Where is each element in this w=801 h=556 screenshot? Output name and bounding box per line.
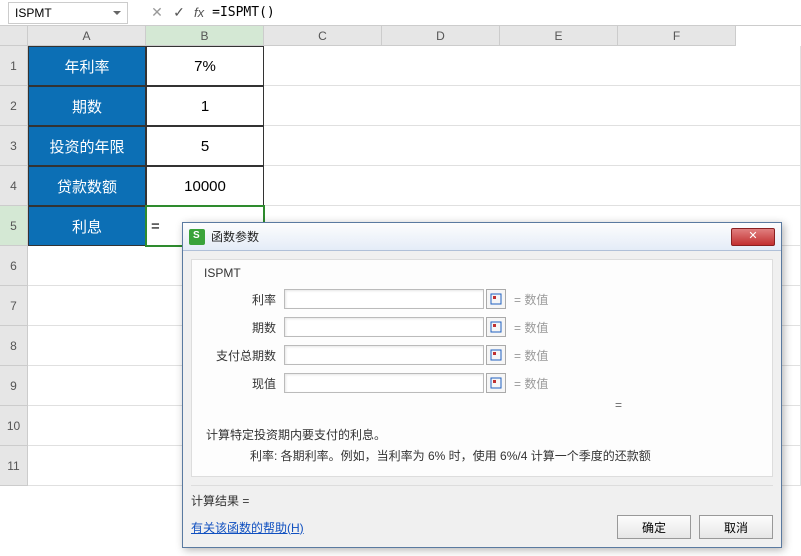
param-row: 支付总期数 = 数值 bbox=[202, 342, 762, 368]
row-header-3[interactable]: 3 bbox=[0, 126, 28, 166]
param-label: 期数 bbox=[202, 319, 284, 336]
cell-rest-2[interactable] bbox=[264, 86, 801, 126]
range-selector-icon[interactable] bbox=[486, 373, 506, 393]
cell-A4[interactable]: 贷款数额 bbox=[28, 166, 146, 206]
param-input-1[interactable] bbox=[284, 317, 484, 337]
cell-rest-3[interactable] bbox=[264, 126, 801, 166]
col-header-C[interactable]: C bbox=[264, 26, 382, 46]
function-description: 计算特定投资期内要支付的利息。 bbox=[206, 426, 762, 443]
range-selector-icon[interactable] bbox=[486, 317, 506, 337]
cancel-formula-icon[interactable]: ✕ bbox=[146, 4, 168, 21]
param-input-3[interactable] bbox=[284, 373, 484, 393]
dialog-title: 函数参数 bbox=[211, 228, 731, 245]
param-label: 利率 bbox=[202, 291, 284, 308]
intermediate-result: = bbox=[202, 398, 762, 418]
col-header-A[interactable]: A bbox=[28, 26, 146, 46]
app-icon bbox=[189, 229, 205, 245]
row-header-7[interactable]: 7 bbox=[0, 286, 28, 326]
row-header-9[interactable]: 9 bbox=[0, 366, 28, 406]
param-input-0[interactable] bbox=[284, 289, 484, 309]
param-hint: = 数值 bbox=[514, 347, 548, 364]
param-label: 支付总期数 bbox=[202, 347, 284, 364]
param-hint: = 数值 bbox=[514, 319, 548, 336]
param-label: 现值 bbox=[202, 375, 284, 392]
param-hint: = 数值 bbox=[514, 291, 548, 308]
param-row: 现值 = 数值 bbox=[202, 370, 762, 396]
cell-A5[interactable]: 利息 bbox=[28, 206, 146, 246]
row-header-4[interactable]: 4 bbox=[0, 166, 28, 206]
row-header-6[interactable]: 6 bbox=[0, 246, 28, 286]
row-header-2[interactable]: 2 bbox=[0, 86, 28, 126]
row-header-11[interactable]: 11 bbox=[0, 446, 28, 486]
range-selector-icon[interactable] bbox=[486, 289, 506, 309]
formula-bar-row: ISPMT ✕ ✓ fx =ISPMT() bbox=[0, 0, 801, 26]
help-link[interactable]: 有关该函数的帮助(H) bbox=[191, 519, 304, 536]
row-header-10[interactable]: 10 bbox=[0, 406, 28, 446]
cell-B4[interactable]: 10000 bbox=[146, 166, 264, 206]
cell-A1[interactable]: 年利率 bbox=[28, 46, 146, 86]
col-header-E[interactable]: E bbox=[500, 26, 618, 46]
cell-B3[interactable]: 5 bbox=[146, 126, 264, 166]
formula-input[interactable]: =ISPMT() bbox=[208, 5, 801, 20]
cell-rest-4[interactable] bbox=[264, 166, 801, 206]
spreadsheet-grid: A B C D E F bbox=[0, 26, 801, 46]
cell-rest-1[interactable] bbox=[264, 46, 801, 86]
row-header-1[interactable]: 1 bbox=[0, 46, 28, 86]
param-row: 期数 = 数值 bbox=[202, 314, 762, 340]
close-icon[interactable]: ✕ bbox=[731, 228, 775, 246]
param-input-2[interactable] bbox=[284, 345, 484, 365]
ok-button[interactable]: 确定 bbox=[617, 515, 691, 539]
col-header-D[interactable]: D bbox=[382, 26, 500, 46]
dialog-titlebar[interactable]: 函数参数 ✕ bbox=[183, 223, 781, 251]
fx-icon[interactable]: fx bbox=[194, 5, 204, 20]
cell-B2[interactable]: 1 bbox=[146, 86, 264, 126]
cancel-button[interactable]: 取消 bbox=[699, 515, 773, 539]
cell-A2[interactable]: 期数 bbox=[28, 86, 146, 126]
function-arguments-dialog: 函数参数 ✕ ISPMT 利率= 数值期数= 数值支付总期数= 数值现值= 数值… bbox=[182, 222, 782, 548]
cell-B1[interactable]: 7% bbox=[146, 46, 264, 86]
row-header-5[interactable]: 5 bbox=[0, 206, 28, 246]
accept-formula-icon[interactable]: ✓ bbox=[168, 4, 190, 21]
param-description: 利率: 各期利率。例如，当利率为 6% 时，使用 6%/4 计算一个季度的还款额 bbox=[250, 447, 762, 464]
calc-result-label: 计算结果 = bbox=[191, 485, 773, 509]
param-hint: = 数值 bbox=[514, 375, 548, 392]
cell-A3[interactable]: 投资的年限 bbox=[28, 126, 146, 166]
col-header-F[interactable]: F bbox=[618, 26, 736, 46]
row-header-8[interactable]: 8 bbox=[0, 326, 28, 366]
param-row: 利率 = 数值 bbox=[202, 286, 762, 312]
select-all-corner[interactable] bbox=[0, 26, 28, 46]
col-header-B[interactable]: B bbox=[146, 26, 264, 46]
range-selector-icon[interactable] bbox=[486, 345, 506, 365]
function-name-label: ISPMT bbox=[202, 266, 762, 280]
name-box[interactable]: ISPMT bbox=[8, 2, 128, 24]
